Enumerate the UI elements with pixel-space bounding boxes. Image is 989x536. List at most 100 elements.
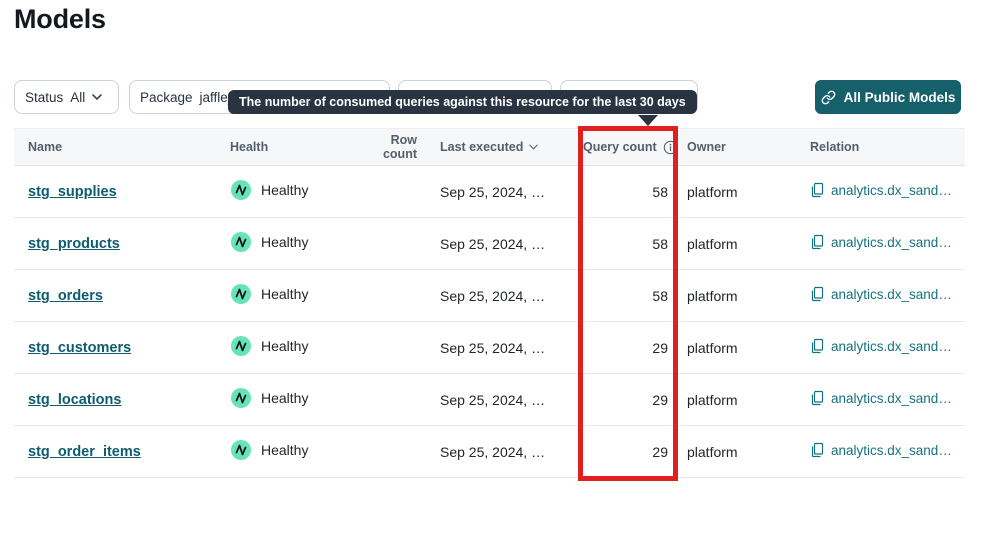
cell-relation: analytics.dx_sand… xyxy=(795,322,965,374)
table-row: stg_products Healthy Sep 25, 2024, … 58 … xyxy=(14,218,965,270)
sort-chevron-down-icon xyxy=(529,144,538,150)
cell-last-executed: Sep 25, 2024, … xyxy=(440,166,573,218)
document-icon xyxy=(810,182,825,198)
model-link[interactable]: stg_products xyxy=(28,236,120,252)
table-row: stg_customers Healthy Sep 25, 2024, … 29… xyxy=(14,322,965,374)
cell-name: stg_order_items xyxy=(14,426,230,478)
cell-row-count xyxy=(363,426,440,478)
cell-relation: analytics.dx_sand… xyxy=(795,166,965,218)
health-pulse-icon xyxy=(230,387,252,409)
all-public-models-button[interactable]: All Public Models xyxy=(815,80,961,114)
cell-health: Healthy xyxy=(230,270,363,322)
health-pulse-icon xyxy=(230,283,252,305)
cell-owner: platform xyxy=(678,322,795,374)
cell-last-executed: Sep 25, 2024, … xyxy=(440,322,573,374)
document-icon xyxy=(810,234,825,250)
link-chain-icon xyxy=(821,90,836,105)
cell-health: Healthy xyxy=(230,322,363,374)
health-pulse-icon xyxy=(230,179,252,201)
last-executed-label: Last executed xyxy=(440,140,523,154)
relation-link[interactable]: analytics.dx_sand… xyxy=(810,442,952,458)
cell-health: Healthy xyxy=(230,166,363,218)
relation-label: analytics.dx_sand… xyxy=(831,391,952,406)
column-header-name: Name xyxy=(14,129,230,166)
health-label: Healthy xyxy=(261,338,308,354)
chevron-down-icon xyxy=(92,94,102,100)
model-link[interactable]: stg_orders xyxy=(28,288,103,304)
column-header-relation: Relation xyxy=(795,129,965,166)
cell-query-count: 29 xyxy=(573,322,678,374)
cell-last-executed: Sep 25, 2024, … xyxy=(440,374,573,426)
cell-query-count: 58 xyxy=(573,166,678,218)
cell-relation: analytics.dx_sand… xyxy=(795,374,965,426)
cell-query-count: 29 xyxy=(573,426,678,478)
table-row: stg_orders Healthy Sep 25, 2024, … 58 pl… xyxy=(14,270,965,322)
cell-owner: platform xyxy=(678,374,795,426)
cell-relation: analytics.dx_sand… xyxy=(795,270,965,322)
models-table: Name Health Row count Last executed Quer… xyxy=(14,128,965,478)
model-link[interactable]: stg_supplies xyxy=(28,184,117,200)
column-header-query-count: Query count xyxy=(573,129,678,166)
cell-last-executed: Sep 25, 2024, … xyxy=(440,218,573,270)
table-row: stg_locations Healthy Sep 25, 2024, … 29… xyxy=(14,374,965,426)
table-row: stg_supplies Healthy Sep 25, 2024, … 58 … xyxy=(14,166,965,218)
cell-relation: analytics.dx_sand… xyxy=(795,426,965,478)
cell-query-count: 29 xyxy=(573,374,678,426)
cell-query-count: 58 xyxy=(573,270,678,322)
query-count-label: Query count xyxy=(583,140,657,154)
page-title: Models xyxy=(14,4,106,35)
table-row: stg_order_items Healthy Sep 25, 2024, … … xyxy=(14,426,965,478)
relation-label: analytics.dx_sand… xyxy=(831,443,952,458)
model-link[interactable]: stg_order_items xyxy=(28,444,141,460)
cell-name: stg_supplies xyxy=(14,166,230,218)
relation-link[interactable]: analytics.dx_sand… xyxy=(810,338,952,354)
relation-link[interactable]: analytics.dx_sand… xyxy=(810,234,952,250)
cell-name: stg_orders xyxy=(14,270,230,322)
cell-relation: analytics.dx_sand… xyxy=(795,218,965,270)
info-icon[interactable] xyxy=(663,140,678,155)
package-filter-label: Package xyxy=(140,90,193,105)
health-label: Healthy xyxy=(261,286,308,302)
cell-owner: platform xyxy=(678,218,795,270)
health-pulse-icon xyxy=(230,335,252,357)
document-icon xyxy=(810,338,825,354)
cell-name: stg_products xyxy=(14,218,230,270)
status-filter-value: All xyxy=(70,90,85,105)
cell-row-count xyxy=(363,374,440,426)
query-count-tooltip: The number of consumed queries against t… xyxy=(228,90,697,114)
cell-name: stg_customers xyxy=(14,322,230,374)
cell-health: Healthy xyxy=(230,426,363,478)
health-pulse-icon xyxy=(230,439,252,461)
relation-label: analytics.dx_sand… xyxy=(831,339,952,354)
relation-link[interactable]: analytics.dx_sand… xyxy=(810,286,952,302)
cell-query-count: 58 xyxy=(573,218,678,270)
cell-row-count xyxy=(363,218,440,270)
cell-last-executed: Sep 25, 2024, … xyxy=(440,270,573,322)
column-header-row-count: Row count xyxy=(363,129,440,166)
health-label: Healthy xyxy=(261,234,308,250)
models-page: Models Status All Package jaffle_ xyxy=(0,0,989,536)
health-label: Healthy xyxy=(261,182,308,198)
model-link[interactable]: stg_locations xyxy=(28,392,121,408)
cell-last-executed: Sep 25, 2024, … xyxy=(440,426,573,478)
cell-owner: platform xyxy=(678,426,795,478)
health-pulse-icon xyxy=(230,231,252,253)
relation-link[interactable]: analytics.dx_sand… xyxy=(810,182,952,198)
cell-row-count xyxy=(363,322,440,374)
health-label: Healthy xyxy=(261,390,308,406)
relation-label: analytics.dx_sand… xyxy=(831,183,952,198)
relation-link[interactable]: analytics.dx_sand… xyxy=(810,390,952,406)
cell-owner: platform xyxy=(678,270,795,322)
cell-row-count xyxy=(363,166,440,218)
model-link[interactable]: stg_customers xyxy=(28,340,131,356)
status-filter-label: Status xyxy=(25,90,63,105)
column-header-last-executed[interactable]: Last executed xyxy=(440,129,573,166)
cell-owner: platform xyxy=(678,166,795,218)
all-public-models-label: All Public Models xyxy=(844,90,956,105)
document-icon xyxy=(810,442,825,458)
table-header-row: Name Health Row count Last executed Quer… xyxy=(14,129,965,166)
document-icon xyxy=(810,390,825,406)
column-header-health: Health xyxy=(230,129,363,166)
tooltip-arrow xyxy=(638,115,658,126)
status-filter-dropdown[interactable]: Status All xyxy=(14,80,119,114)
